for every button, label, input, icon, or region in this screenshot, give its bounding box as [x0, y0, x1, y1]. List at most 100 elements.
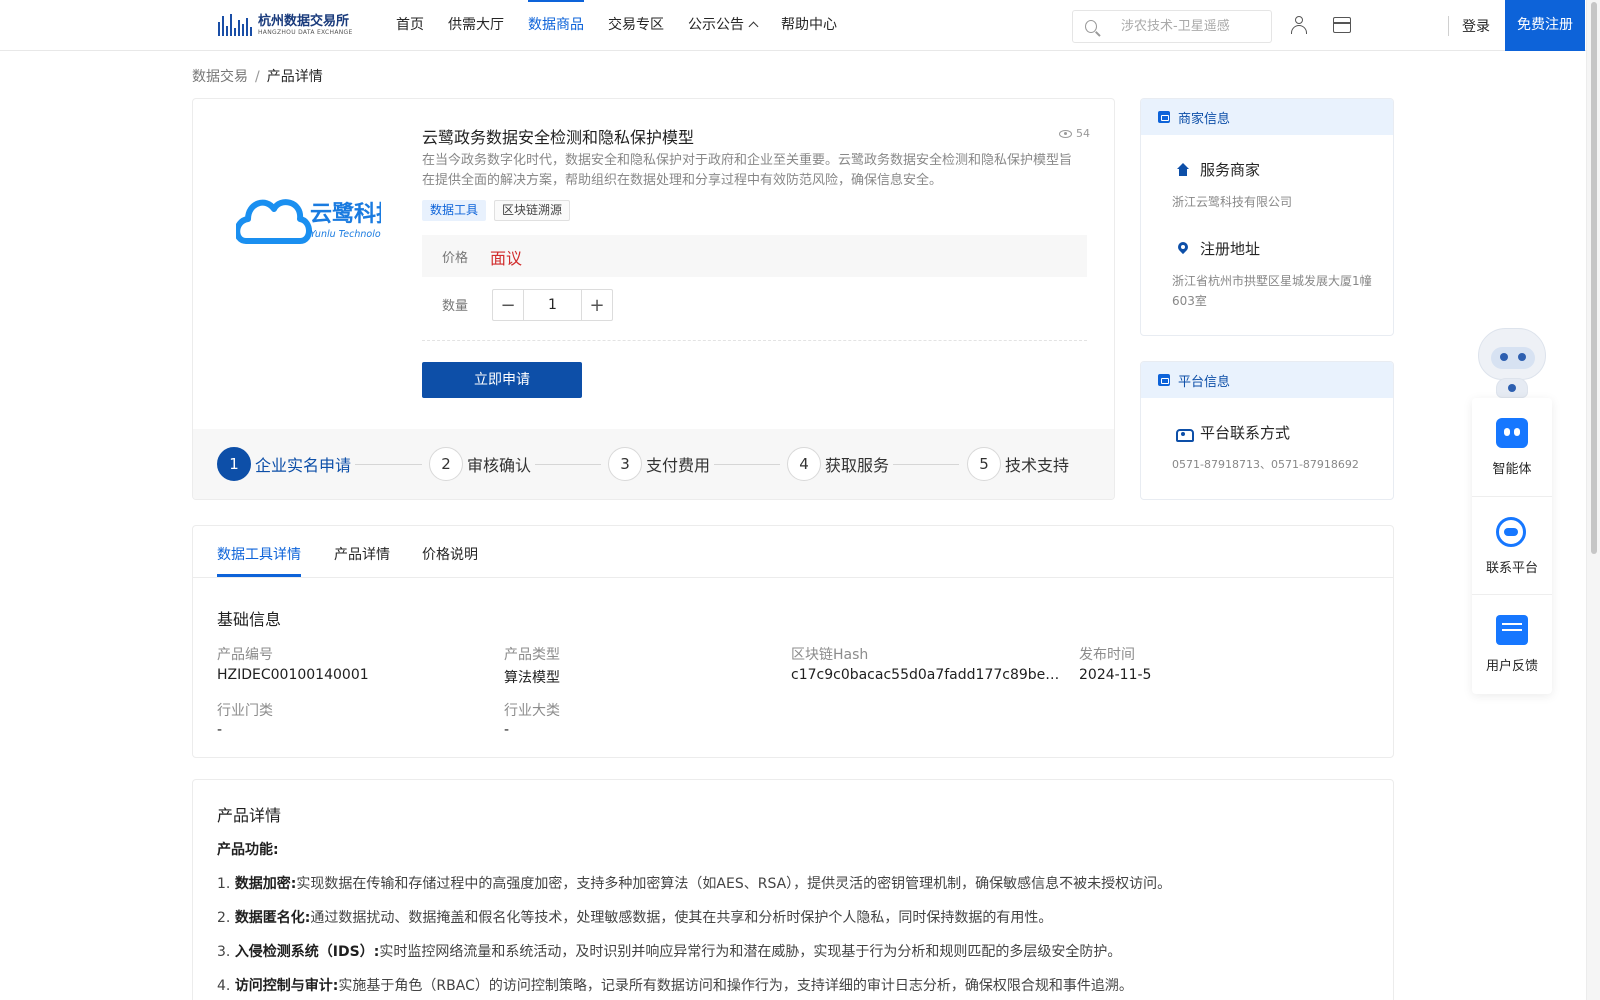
- field-label-product-type: 产品类型: [504, 647, 560, 663]
- product-description: 在当今政务数字化时代，数据安全和隐私保护对于政府和企业至关重要。云鹭政务数据安全…: [422, 153, 1073, 188]
- quantity-stepper: − +: [492, 289, 613, 321]
- breadcrumb-root[interactable]: 数据交易: [192, 69, 248, 85]
- field-value-publish-time: 2024-11-5: [1079, 667, 1152, 683]
- field-value-product-id: HZIDEC00100140001: [217, 667, 369, 683]
- feedback-icon: [1496, 615, 1528, 645]
- ai-agent-button[interactable]: 智能体: [1472, 398, 1552, 494]
- floating-service-panel: 智能体 联系平台 用户反馈: [1472, 398, 1552, 694]
- nav-supply-demand[interactable]: 供需大厅: [448, 0, 504, 51]
- feature-text: 实时监控网络流量和系统活动，及时识别并响应异常行为和潜在威胁，实现基于行为分析和…: [379, 944, 1122, 960]
- tag-blockchain: 区块链溯源: [494, 200, 571, 221]
- apply-now-button[interactable]: 立即申请: [422, 362, 582, 398]
- home-icon: [1176, 162, 1190, 177]
- platform-contact-heading: 平台联系方式: [1176, 422, 1290, 443]
- header-divider: [1448, 16, 1449, 36]
- scrollbar-thumb[interactable]: [1591, 2, 1597, 554]
- ai-agent-label: 智能体: [1492, 462, 1532, 477]
- step-label: 技术支持: [1005, 456, 1070, 475]
- breadcrumb-current: 产品详情: [266, 69, 323, 85]
- platform-icon: [1158, 374, 1170, 386]
- contact-platform-button[interactable]: 联系平台: [1472, 496, 1552, 592]
- user-feedback-button[interactable]: 用户反馈: [1472, 594, 1552, 690]
- feature-name: 数据匿名化:: [234, 910, 311, 926]
- step-label: 支付费用: [646, 456, 711, 475]
- nav-announcements[interactable]: 公示公告: [688, 0, 759, 51]
- feature-name: 数据加密:: [234, 876, 297, 892]
- feature-prefix: 2.: [217, 910, 235, 926]
- field-value-industry-class: -: [504, 722, 510, 738]
- step-connector: [893, 464, 959, 465]
- register-address-heading: 注册地址: [1176, 238, 1260, 259]
- step-5: 5 技术支持: [967, 447, 1069, 481]
- step-number: 3: [608, 447, 642, 481]
- robot-head: [1478, 328, 1546, 380]
- process-steps: 1 企业实名申请 2 审核确认 3 支付费用 4 获取服务 5 技术支持: [193, 429, 1114, 499]
- search-input[interactable]: [1121, 11, 1271, 42]
- view-count: 54: [1059, 127, 1090, 140]
- field-label-publish-time: 发布时间: [1079, 647, 1135, 663]
- register-button[interactable]: 免费注册: [1505, 0, 1585, 51]
- dashed-divider: [422, 340, 1087, 341]
- nav-help-center[interactable]: 帮助中心: [781, 0, 837, 51]
- feature-item-1: 1. 数据加密:实现数据在传输和存储过程中的高强度加密，支持多种加密算法（如AE…: [217, 873, 1171, 893]
- active-tab-indicator: [217, 574, 301, 577]
- price-row: 价格 面议: [422, 235, 1087, 277]
- tab-price-description[interactable]: 价格说明: [422, 544, 478, 564]
- field-value-product-type: 算法模型: [504, 670, 560, 686]
- feature-prefix: 4.: [217, 978, 235, 994]
- platform-contact-label: 平台联系方式: [1200, 424, 1291, 442]
- tab-data-tool-detail[interactable]: 数据工具详情: [217, 544, 301, 564]
- tab-product-detail[interactable]: 产品详情: [334, 544, 390, 564]
- page-scrollbar[interactable]: [1586, 0, 1600, 1000]
- basic-info-title: 基础信息: [217, 610, 282, 629]
- search-box: [1072, 10, 1272, 43]
- feature-item-2: 2. 数据匿名化:通过数据扰动、数据掩盖和假名化等技术，处理敏感数据，使其在共享…: [217, 907, 1052, 927]
- step-number: 1: [217, 447, 251, 481]
- breadcrumb: 数据交易 / 产品详情: [192, 66, 323, 86]
- robot-mascot[interactable]: [1472, 326, 1552, 402]
- robot-icon: [1496, 418, 1528, 448]
- logo-title: 杭州数据交易所: [258, 13, 350, 29]
- step-3: 3 支付费用: [608, 447, 710, 481]
- step-connector: [714, 464, 780, 465]
- robot-body: [1496, 378, 1528, 398]
- search-icon[interactable]: [1085, 20, 1097, 33]
- step-label: 获取服务: [825, 456, 890, 475]
- price-value: 面议: [490, 249, 523, 268]
- field-label-blockchain-hash: 区块链Hash: [791, 647, 869, 663]
- logo-bars-icon: [218, 14, 254, 36]
- step-number: 2: [429, 447, 463, 481]
- product-title: 云鹭政务数据安全检测和隐私保护模型: [422, 128, 695, 147]
- store-icon[interactable]: [1333, 17, 1351, 33]
- cloud-logo-icon: [236, 199, 312, 244]
- step-connector: [355, 464, 422, 465]
- field-label-product-id: 产品编号: [217, 647, 273, 663]
- quantity-label: 数量: [442, 299, 469, 314]
- step-label: 审核确认: [467, 456, 532, 475]
- logo-subtitle: HANGZHOU DATA EXCHANGE: [258, 28, 353, 36]
- nav-data-products[interactable]: 数据商品: [528, 0, 584, 51]
- eye-icon: [1059, 129, 1072, 138]
- quantity-decrease-button[interactable]: −: [493, 290, 524, 320]
- product-detail-title: 产品详情: [217, 806, 282, 825]
- nav-trading-zone[interactable]: 交易专区: [608, 0, 664, 51]
- feature-prefix: 1.: [217, 876, 235, 892]
- platform-info-header: 平台信息: [1141, 362, 1393, 398]
- login-link[interactable]: 登录: [1462, 16, 1490, 36]
- field-value-industry-category: -: [217, 722, 223, 738]
- site-logo[interactable]: 杭州数据交易所 HANGZHOU DATA EXCHANGE: [218, 10, 358, 40]
- nav-home[interactable]: 首页: [396, 0, 424, 51]
- feature-name: 访问控制与审计:: [234, 978, 339, 994]
- register-address-label: 注册地址: [1200, 240, 1261, 258]
- merchant-info-header: 商家信息: [1141, 99, 1393, 135]
- quantity-input[interactable]: [524, 290, 581, 320]
- service-merchant-label: 服务商家: [1200, 161, 1261, 179]
- service-merchant-heading: 服务商家: [1176, 159, 1260, 180]
- breadcrumb-separator: /: [255, 69, 260, 85]
- user-icon[interactable]: [1290, 16, 1308, 34]
- quantity-increase-button[interactable]: +: [581, 290, 612, 320]
- top-header: 杭州数据交易所 HANGZHOU DATA EXCHANGE 首页 供需大厅 数…: [0, 0, 1586, 51]
- merchant-icon: [1158, 111, 1170, 123]
- price-label: 价格: [442, 251, 469, 266]
- logo-brand-cn: 云鹭科技: [310, 201, 381, 227]
